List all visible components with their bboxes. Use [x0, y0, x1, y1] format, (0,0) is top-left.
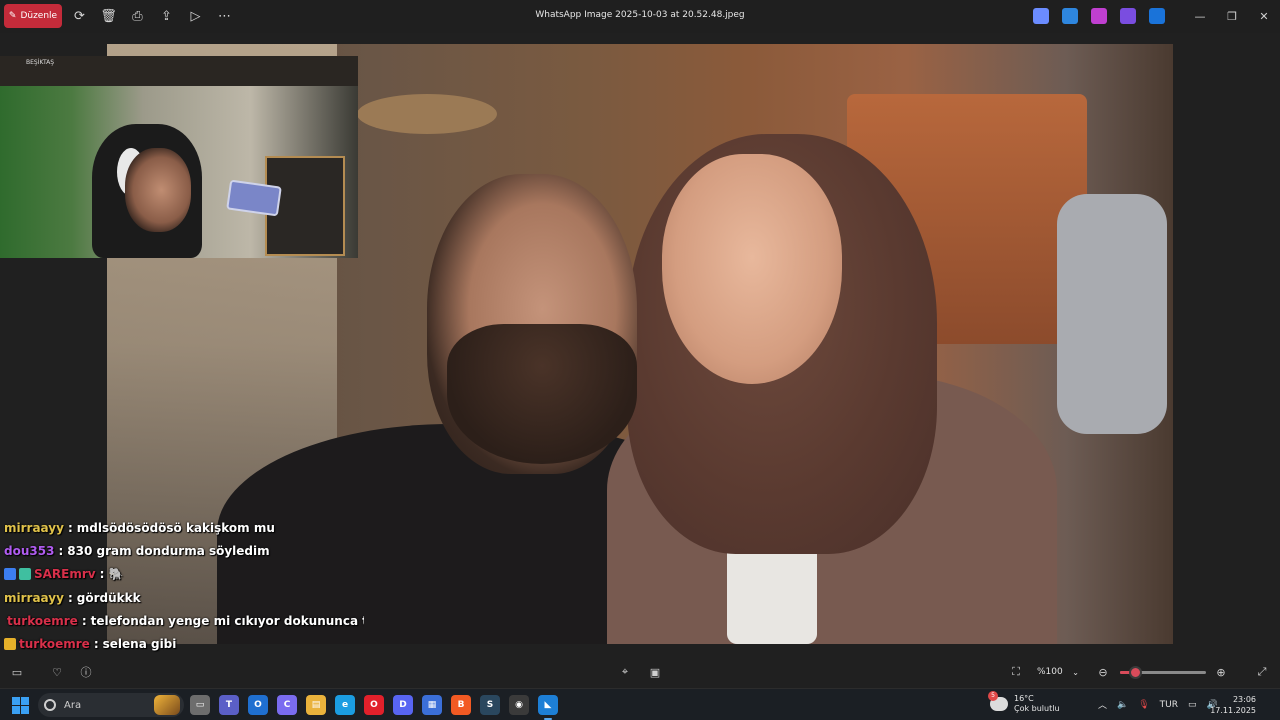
display-icon[interactable]: ▭	[1188, 700, 1197, 710]
webcam-overlay: BEŞİKTAŞ	[0, 56, 358, 258]
copilot-app-icon[interactable]: C	[277, 695, 297, 715]
weather-widget[interactable]: 5 16°C Çok bulutlu	[988, 691, 1060, 714]
chat-message: turkoemre: telefondan yenge mi cıkıyor do…	[4, 609, 364, 632]
chat-separator: :	[99, 567, 105, 582]
viewer-bottom-bar: ▭ ♡ ⓘ ⌖ ▣ ⛶ %100 ⌄ ⊖ ⊕ ⤢	[0, 657, 1280, 688]
zoom-in-icon[interactable]: ⊕	[1214, 665, 1228, 679]
outlook-icon[interactable]: O	[248, 695, 268, 715]
favorite-icon[interactable]: ♡	[50, 665, 64, 679]
clock-time: 23:06	[1232, 695, 1256, 704]
language-indicator[interactable]: TUR	[1160, 700, 1178, 710]
speaker-icon[interactable]: 🔈	[1117, 700, 1128, 710]
edge-icon[interactable]: e	[335, 695, 355, 715]
copilot-icon[interactable]	[1033, 8, 1049, 24]
taskbar-apps: ▭ T O C ▤ e O D ▦ B S ◉ ◣	[190, 695, 558, 720]
search-icon	[44, 699, 56, 711]
image-viewer: BEŞİKTAŞ mirraayy: mdlsödösödösö kakişkom…	[0, 33, 1280, 720]
fullscreen-icon[interactable]: ⤢	[1255, 665, 1269, 679]
photos-icon[interactable]: ◣	[538, 695, 558, 720]
windows-taskbar: Ara ▭ T O C ▤ e O D ▦ B S ◉ ◣ 5 16°C Çok bulutlu ︿ 🔈…	[0, 688, 1280, 720]
info-icon[interactable]: ⓘ	[79, 665, 93, 679]
minimize-icon[interactable]: —	[1184, 0, 1216, 33]
title-bar: ✎ Düzenle ⟳ 🗑 ⎙ ⇪ ▷ ⋯ WhatsApp Image 202…	[0, 0, 1280, 33]
chat-message: mirraayy: mdlsödösödösö kakişkom mu	[4, 516, 364, 539]
zoom-slider-thumb[interactable]	[1129, 666, 1143, 679]
filmstrip-icon[interactable]: ▭	[10, 665, 24, 679]
text-scan-icon[interactable]: ▣	[648, 665, 662, 679]
chat-badge-icon	[19, 568, 31, 581]
chat-message: mirraayy: gördükkk	[4, 586, 364, 609]
photo-app-icon[interactable]: ▦	[422, 695, 442, 715]
close-icon[interactable]: ✕	[1248, 0, 1280, 33]
chat-username: mirraayy	[4, 590, 64, 605]
brave-icon[interactable]: B	[451, 695, 471, 715]
start-button[interactable]	[12, 697, 29, 714]
webcam-shelf-text: BEŞİKTAŞ	[26, 59, 55, 66]
taskbar-search[interactable]: Ara	[38, 693, 184, 717]
designer-icon[interactable]	[1120, 8, 1136, 24]
chat-text: selena gibi	[102, 637, 177, 652]
photos-app-window: ✎ Düzenle ⟳ 🗑 ⎙ ⇪ ▷ ⋯ WhatsApp Image 202…	[0, 0, 1280, 720]
zoom-slider[interactable]	[1120, 666, 1206, 679]
chat-username: turkoemre	[7, 613, 78, 628]
zoom-select[interactable]: %100 ⌄	[1031, 662, 1085, 682]
chat-separator: :	[67, 520, 73, 535]
photos-edit-icon[interactable]	[1062, 8, 1078, 24]
chevron-up-icon[interactable]: ︿	[1098, 698, 1107, 711]
zoom-out-icon[interactable]: ⊖	[1096, 665, 1110, 679]
chat-separator: :	[67, 590, 73, 605]
weather-desc: Çok bulutlu	[1014, 704, 1060, 713]
chat-separator: :	[81, 613, 87, 628]
chat-message: SAREmrv: 🐘	[4, 563, 364, 586]
fit-to-window-icon[interactable]: ⛶	[1009, 665, 1023, 679]
onedrive-icon[interactable]	[1149, 8, 1165, 24]
teams-icon[interactable]: T	[219, 695, 239, 715]
extension-icons	[1033, 8, 1165, 24]
chevron-down-icon: ⌄	[1072, 667, 1079, 677]
task-view-icon[interactable]: ▭	[190, 695, 210, 715]
clipchamp-icon[interactable]	[1091, 8, 1107, 24]
chat-text: mdlsödösödösö kakişkom mu	[76, 520, 275, 535]
opera-icon[interactable]: O	[364, 695, 384, 715]
visual-search-icon[interactable]: ⌖	[618, 665, 632, 679]
chat-text: telefondan yenge mi cıkıyor dokununca tu…	[90, 613, 364, 628]
chat-badge-icon	[4, 638, 16, 651]
chat-text: 830 gram dondurma söyledim	[67, 543, 270, 558]
discord-icon[interactable]: D	[393, 695, 413, 715]
chat-username: dou353	[4, 543, 55, 558]
chat-separator: :	[93, 637, 99, 652]
weather-temp: 16°C	[1014, 694, 1034, 703]
window-controls: — ❐ ✕	[1184, 0, 1280, 33]
weather-badge: 5	[988, 691, 998, 701]
steam-icon[interactable]: S	[480, 695, 500, 715]
search-highlight-icon	[154, 695, 180, 715]
file-explorer-icon[interactable]: ▤	[306, 695, 326, 715]
chat-separator: :	[58, 543, 64, 558]
system-tray: ︿ 🔈 🎙 TUR ▭ 🔊	[1098, 698, 1218, 712]
clock[interactable]: 23:06 17.11.2025	[1210, 694, 1256, 716]
search-placeholder: Ara	[64, 699, 82, 711]
chat-message: turkoemre: selena gibi	[4, 632, 364, 655]
chat-username: turkoemre	[19, 637, 90, 652]
chat-text: 🐘	[108, 567, 124, 582]
chat-message: dou353:830 gram dondurma söyledim	[4, 539, 364, 562]
cloud-icon: 5	[988, 691, 1008, 711]
chat-text: gördükkk	[76, 590, 141, 605]
obs-icon[interactable]: ◉	[509, 695, 529, 715]
clock-date: 17.11.2025	[1210, 706, 1256, 715]
maximize-icon[interactable]: ❐	[1216, 0, 1248, 33]
zoom-value: %100	[1037, 667, 1063, 677]
chat-username: SAREmrv	[34, 567, 96, 582]
microphone-icon[interactable]: 🎙	[1138, 700, 1149, 710]
chat-badge-icon	[4, 568, 16, 581]
chat-username: mirraayy	[4, 520, 64, 535]
